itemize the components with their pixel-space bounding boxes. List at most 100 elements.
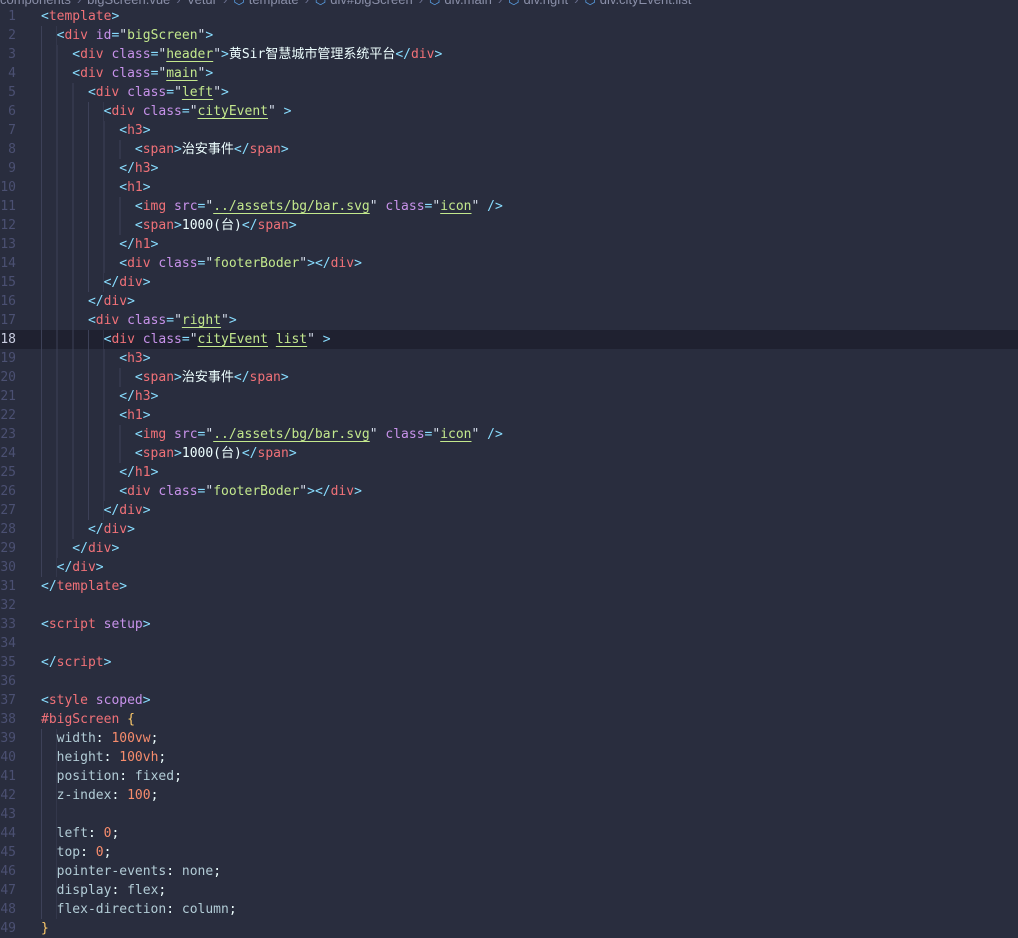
code-token: div [111, 332, 135, 347]
code-line[interactable]: 44 left: 0; [0, 824, 1018, 843]
code-line[interactable]: 49} [0, 919, 1018, 938]
code-token: : [166, 902, 182, 917]
indent-guide [41, 881, 57, 900]
code-line[interactable]: 21 </h3> [0, 387, 1018, 406]
code-token: class [158, 256, 198, 271]
code-line[interactable]: 38 #bigScreen { [0, 710, 1018, 729]
breadcrumb-item[interactable]: div.right [524, 0, 569, 7]
code-token: div [330, 256, 355, 271]
line-number: 8 [8, 142, 16, 157]
code-token: < [87, 313, 96, 328]
code-line[interactable]: 32 [0, 596, 1018, 615]
code-token: > [322, 332, 331, 347]
code-line[interactable]: 11 <img src="../assets/bg/bar.svg" class=… [0, 197, 1018, 216]
line-number: 41 [0, 769, 16, 784]
code-line[interactable]: 41 position: fixed; [0, 767, 1018, 786]
code-token: > [174, 218, 182, 233]
code-line[interactable]: 22 <h1> [0, 406, 1018, 425]
code-line[interactable]: 5 <div class="left"> [0, 83, 1018, 102]
code-line[interactable]: 26 <div class="footerBoder"></div> [0, 482, 1018, 501]
code-line[interactable]: 23 <img src="../assets/bg/bar.svg" class=… [0, 425, 1018, 444]
breadcrumb-item[interactable]: div#bigScreen [330, 0, 412, 7]
code-line[interactable]: 16 </div> [0, 292, 1018, 311]
code-line[interactable]: 1 <template> [0, 7, 1018, 26]
line-code: <template> [41, 7, 119, 26]
code-token: </ [233, 370, 250, 385]
code-line[interactable]: 4 <div class="main"> [0, 64, 1018, 83]
code-line[interactable]: 13 </h1> [0, 235, 1018, 254]
indent-guide [41, 330, 104, 349]
code-line[interactable]: 45 top: 0; [0, 843, 1018, 862]
code-line[interactable]: 30 </div> [0, 558, 1018, 577]
breadcrumb-separator: › [574, 0, 578, 7]
code-line[interactable]: 27 </div> [0, 501, 1018, 520]
code-line[interactable]: 19 <h3> [0, 349, 1018, 368]
code-token: class [142, 104, 182, 119]
code-line[interactable]: 25 </h1> [0, 463, 1018, 482]
code-line[interactable]: 46 pointer-events: none; [0, 862, 1018, 881]
line-number: 4 [8, 66, 16, 81]
line-code: width: 100vw; [41, 729, 158, 748]
breadcrumb-item[interactable]: template [249, 0, 299, 7]
breadcrumb-item[interactable]: Vetur [187, 0, 217, 7]
code-token: </ [119, 389, 135, 404]
code-token: style [48, 693, 88, 708]
indent-guide [41, 64, 73, 83]
code-line[interactable]: 35 </script> [0, 653, 1018, 672]
code-line[interactable]: 10 <h1> [0, 178, 1018, 197]
code-token: 1000(台) [181, 446, 242, 461]
code-line[interactable]: 20 <span>治安事件</span> [0, 368, 1018, 387]
code-line[interactable]: 28 </div> [0, 520, 1018, 539]
line-number: 35 [0, 655, 16, 670]
code-token: ../assets/bg/bar.svg [213, 199, 370, 214]
code-line[interactable]: 42 z-index: 100; [0, 786, 1018, 805]
code-token: > [127, 294, 135, 309]
code-line[interactable]: 29 </div> [0, 539, 1018, 558]
breadcrumb-item[interactable]: components [0, 0, 71, 7]
code-line[interactable]: 8 <span>治安事件</span> [0, 140, 1018, 159]
code-line[interactable]: 33 <script setup> [0, 615, 1018, 634]
code-line[interactable]: 18 <div class="cityEvent list" > [0, 330, 1018, 349]
code-line[interactable]: 40 height: 100vh; [0, 748, 1018, 767]
breadcrumb-item[interactable]: div.main [444, 0, 491, 7]
code-line[interactable]: 17 <div class="right"> [0, 311, 1018, 330]
code-token: template [48, 9, 112, 24]
code-line[interactable]: 6 <div class="cityEvent" > [0, 102, 1018, 121]
indent-guide [41, 406, 120, 425]
code-line[interactable]: 39 width: 100vw; [0, 729, 1018, 748]
code-token: div [127, 484, 151, 499]
line-code: <h3> [41, 121, 151, 140]
breadcrumb-item[interactable]: div.cityEvent.list [600, 0, 692, 7]
code-line[interactable]: 15 </div> [0, 273, 1018, 292]
code-line[interactable]: 14 <div class="footerBoder"></div> [0, 254, 1018, 273]
line-code: </div> [41, 292, 135, 311]
code-line[interactable]: 47 display: flex; [0, 881, 1018, 900]
symbol-icon: ⬡ [233, 0, 244, 7]
code-token: </ [241, 446, 258, 461]
code-line[interactable]: 3 <div class="header">黄Sir智慧城市管理系统平台</div… [0, 45, 1018, 64]
breadcrumb-item[interactable]: bigScreen.vue [87, 0, 170, 7]
code-token: < [41, 9, 49, 24]
code-token: footerBoder [213, 256, 300, 271]
code-line[interactable]: 24 <span>1000(台)</span> [0, 444, 1018, 463]
code-line[interactable]: 12 <span>1000(台)</span> [0, 216, 1018, 235]
code-token: > [434, 47, 443, 62]
code-line[interactable]: 31 </template> [0, 577, 1018, 596]
line-code: <div class="cityEvent list" > [41, 330, 331, 349]
code-line[interactable]: 43 [0, 805, 1018, 824]
code-token: 治安事件 [181, 370, 234, 385]
code-token: </ [119, 161, 135, 176]
code-editor[interactable]: 1 <template> 2 <div id="bigScreen"> 3 <div cl… [0, 7, 1018, 938]
code-line[interactable]: 34 [0, 634, 1018, 653]
code-line[interactable]: 37 <style scoped> [0, 691, 1018, 710]
code-line[interactable]: 36 [0, 672, 1018, 691]
code-token: script [48, 617, 96, 632]
code-line[interactable]: 2 <div id="bigScreen"> [0, 26, 1018, 45]
line-number: 40 [0, 750, 16, 765]
code-line[interactable]: 7 <h3> [0, 121, 1018, 140]
code-token: < [119, 180, 128, 195]
code-line[interactable]: 48 flex-direction: column; [0, 900, 1018, 919]
code-token: : [103, 750, 120, 765]
code-line[interactable]: 9 </h3> [0, 159, 1018, 178]
